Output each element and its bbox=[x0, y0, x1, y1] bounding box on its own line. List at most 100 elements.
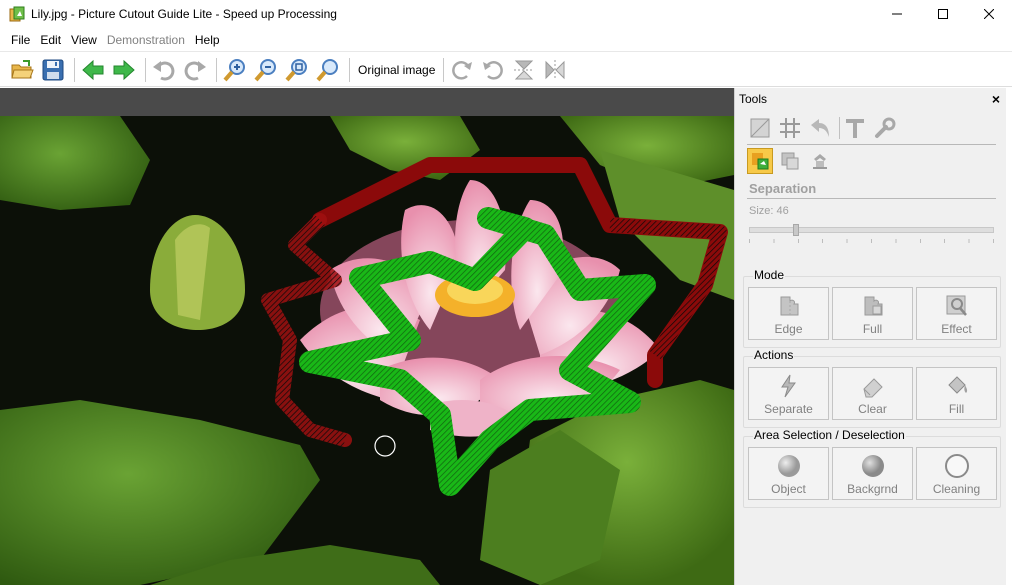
forward-button[interactable] bbox=[110, 56, 138, 84]
full-icon bbox=[864, 296, 882, 316]
image-canvas[interactable] bbox=[0, 88, 734, 585]
edge-button[interactable]: Edge bbox=[748, 287, 829, 340]
grid-icon bbox=[780, 118, 800, 138]
stamp-tool-button[interactable] bbox=[807, 148, 833, 174]
tools-separator bbox=[839, 117, 840, 139]
separation-tool-button[interactable] bbox=[747, 148, 773, 174]
maximize-icon bbox=[938, 9, 948, 19]
separation-divider bbox=[747, 198, 996, 199]
close-icon bbox=[984, 9, 994, 19]
tools-row-modes bbox=[735, 145, 1006, 177]
size-label: Size: 46 bbox=[749, 205, 789, 217]
full-button[interactable]: Full bbox=[832, 287, 913, 340]
fill-button[interactable]: Fill bbox=[916, 367, 997, 420]
zoom-actual-icon bbox=[316, 58, 338, 81]
open-button[interactable] bbox=[8, 56, 36, 84]
background-button[interactable]: Backgrnd bbox=[832, 447, 913, 500]
back-button[interactable] bbox=[79, 56, 107, 84]
redo-icon bbox=[184, 60, 206, 80]
menu-view[interactable]: View bbox=[66, 33, 102, 47]
object-circle-icon bbox=[777, 455, 800, 477]
crop-icon bbox=[750, 118, 770, 138]
clear-button[interactable]: Clear bbox=[832, 367, 913, 420]
separate-lightning-icon bbox=[780, 374, 796, 398]
eraser-icon bbox=[862, 378, 883, 398]
area-selection-title: Area Selection / Deselection bbox=[753, 428, 906, 442]
zoom-actual-button[interactable] bbox=[314, 56, 342, 84]
flip-vertical-icon bbox=[514, 60, 535, 79]
toolbar-separator bbox=[443, 57, 445, 82]
lily-photo[interactable] bbox=[0, 116, 734, 585]
fill-bucket-icon bbox=[947, 376, 967, 394]
toolbar-separator bbox=[145, 57, 146, 82]
mode-group: Mode Edge Full Effect bbox=[743, 268, 1001, 348]
undo-button[interactable] bbox=[150, 56, 178, 84]
effect-icon bbox=[946, 295, 967, 316]
crop-tool-button[interactable] bbox=[747, 115, 773, 141]
lily-image bbox=[0, 116, 734, 585]
forward-arrow-icon bbox=[113, 59, 135, 80]
save-button[interactable] bbox=[39, 56, 67, 84]
zoom-out-button[interactable] bbox=[252, 56, 280, 84]
open-icon bbox=[11, 59, 34, 78]
separate-label: Separate bbox=[764, 402, 813, 416]
menu-edit[interactable]: Edit bbox=[35, 33, 66, 47]
size-slider-track bbox=[749, 227, 994, 233]
text-icon bbox=[846, 119, 864, 138]
toolbar: Original image bbox=[0, 53, 1012, 87]
rotate-right-button[interactable] bbox=[448, 56, 476, 84]
actions-group: Actions Separate Clear Fill bbox=[743, 348, 1001, 428]
close-button[interactable] bbox=[966, 0, 1012, 28]
zoom-fit-button[interactable] bbox=[283, 56, 311, 84]
layers-tool-button[interactable] bbox=[777, 148, 803, 174]
effect-button[interactable]: Effect bbox=[916, 287, 997, 340]
size-slider-ticks bbox=[749, 239, 994, 243]
minimize-button[interactable] bbox=[874, 0, 920, 28]
menu-help[interactable]: Help bbox=[190, 33, 225, 47]
title-bar: Lily.jpg - Picture Cutout Guide Lite - S… bbox=[0, 0, 1012, 28]
back-arrow-icon bbox=[82, 59, 104, 80]
wrench-icon bbox=[875, 117, 896, 138]
flip-horizontal-icon bbox=[545, 59, 565, 80]
mode-title: Mode bbox=[753, 268, 786, 282]
layers-icon bbox=[781, 152, 799, 170]
rotate-left-button[interactable] bbox=[479, 56, 507, 84]
tools-title: Tools bbox=[739, 92, 768, 106]
text-tool-button[interactable] bbox=[842, 115, 868, 141]
undo-tool-button[interactable] bbox=[807, 115, 833, 141]
stamp-icon bbox=[813, 154, 827, 169]
original-image-button[interactable]: Original image bbox=[354, 63, 439, 77]
size-slider-thumb[interactable] bbox=[792, 224, 799, 236]
menu-file[interactable]: File bbox=[6, 33, 35, 47]
separation-icon bbox=[752, 153, 769, 170]
clear-label: Clear bbox=[858, 402, 887, 416]
tools-close-button[interactable]: × bbox=[992, 91, 1000, 107]
effect-label: Effect bbox=[941, 322, 972, 336]
zoom-in-icon bbox=[223, 58, 245, 81]
window-title: Lily.jpg - Picture Cutout Guide Lite - S… bbox=[31, 7, 337, 21]
save-icon bbox=[42, 59, 64, 80]
tools-panel: Tools × Separation Size: 46 Mode Edge Fu… bbox=[734, 88, 1006, 585]
flip-vertical-button[interactable] bbox=[510, 56, 538, 84]
maximize-button[interactable] bbox=[920, 0, 966, 28]
minimize-icon bbox=[892, 13, 902, 15]
object-button[interactable]: Object bbox=[748, 447, 829, 500]
undo-icon bbox=[153, 60, 175, 80]
redo-button[interactable] bbox=[181, 56, 209, 84]
area-selection-group: Area Selection / Deselection Object Back… bbox=[743, 428, 1001, 508]
wrench-tool-button[interactable] bbox=[872, 115, 898, 141]
rotate-left-icon bbox=[483, 60, 504, 80]
separate-button[interactable]: Separate bbox=[748, 367, 829, 420]
toolbar-separator bbox=[216, 57, 217, 82]
flip-horizontal-button[interactable] bbox=[541, 56, 569, 84]
full-label: Full bbox=[862, 322, 883, 336]
separation-title: Separation bbox=[749, 181, 817, 196]
cleaning-circle-icon bbox=[944, 454, 969, 478]
grid-tool-button[interactable] bbox=[777, 115, 803, 141]
menu-demonstration[interactable]: Demonstration bbox=[102, 33, 190, 47]
zoom-out-icon bbox=[254, 58, 276, 81]
cleaning-button[interactable]: Cleaning bbox=[916, 447, 997, 500]
size-slider[interactable] bbox=[749, 223, 994, 237]
toolbar-separator bbox=[74, 57, 75, 82]
zoom-in-button[interactable] bbox=[221, 56, 249, 84]
